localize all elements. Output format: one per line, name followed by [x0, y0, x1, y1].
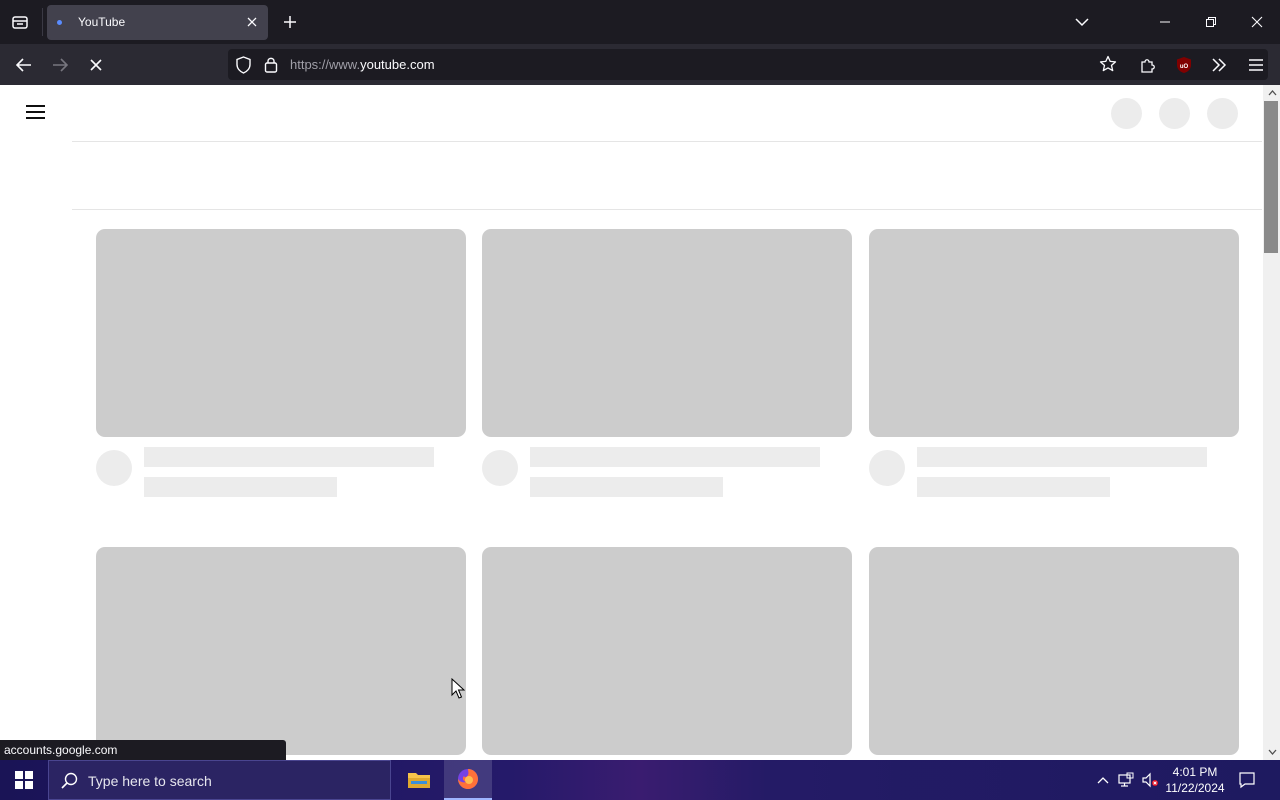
skeleton-title	[530, 447, 820, 467]
url-host-prefix: www.	[329, 57, 361, 72]
header-divider	[72, 141, 1262, 142]
stop-icon[interactable]	[83, 52, 109, 78]
skeleton-title	[917, 447, 1207, 467]
chevron-double-right-icon[interactable]	[1206, 52, 1232, 78]
network-icon[interactable]	[1117, 771, 1135, 789]
search-icon	[61, 772, 78, 794]
restore-icon[interactable]	[1197, 8, 1225, 36]
tab-separator	[42, 8, 43, 36]
ublock-icon[interactable]: uO	[1171, 52, 1197, 78]
skeleton-video-card	[482, 229, 852, 497]
bookmark-star-icon[interactable]	[1099, 55, 1117, 78]
skeleton-header-button	[1159, 98, 1190, 129]
file-explorer-icon[interactable]	[395, 760, 443, 800]
skeleton-thumbnail	[96, 547, 466, 755]
new-tab-button[interactable]	[279, 11, 301, 33]
tab-youtube[interactable]: YouTube	[47, 5, 268, 40]
taskbar-search-box[interactable]: Type here to search	[48, 760, 391, 800]
skeleton-video-card	[869, 229, 1239, 497]
skeleton-subtitle	[530, 477, 723, 497]
back-arrow-icon[interactable]	[11, 52, 37, 78]
skeleton-avatar	[869, 450, 905, 486]
tab-list-icon[interactable]	[8, 11, 32, 33]
close-tab-icon[interactable]	[243, 13, 261, 31]
chips-divider	[72, 209, 1262, 210]
taskbar-clock[interactable]: 4:01 PM 11/22/2024	[1163, 764, 1227, 796]
mouse-cursor-icon	[451, 677, 466, 705]
skeleton-header-button	[1111, 98, 1142, 129]
skeleton-title	[144, 447, 434, 467]
windows-start-icon[interactable]	[0, 760, 48, 800]
skeleton-subtitle	[144, 477, 337, 497]
skeleton-thumbnail	[96, 229, 466, 437]
url-bar[interactable]: https://www.youtube.com	[228, 49, 1268, 80]
browser-tab-bar: YouTube	[0, 0, 1280, 44]
notification-center-icon[interactable]	[1238, 771, 1256, 789]
skeleton-video-card	[96, 547, 466, 755]
show-hidden-icons-chevron-up-icon[interactable]	[1094, 771, 1112, 789]
clock-date: 11/22/2024	[1165, 781, 1225, 795]
guide-hamburger-icon[interactable]	[24, 102, 48, 122]
skeleton-thumbnail	[482, 547, 852, 755]
link-status-bar: accounts.google.com	[0, 740, 286, 760]
svg-text:uO: uO	[1180, 64, 1189, 70]
scroll-up-arrow-icon[interactable]	[1267, 88, 1277, 98]
skeleton-video-card	[96, 229, 466, 497]
shield-icon[interactable]	[235, 56, 252, 79]
loading-favicon-icon	[57, 20, 62, 25]
clock-time: 4:01 PM	[1172, 765, 1218, 779]
volume-muted-icon[interactable]	[1141, 771, 1159, 789]
skeleton-avatar	[96, 450, 132, 486]
firefox-icon[interactable]	[444, 760, 492, 800]
url-text[interactable]: https://www.youtube.com	[290, 57, 435, 72]
extensions-puzzle-icon[interactable]	[1135, 52, 1161, 78]
tab-title: YouTube	[78, 15, 126, 29]
skeleton-thumbnail	[869, 547, 1239, 755]
search-placeholder: Type here to search	[88, 773, 212, 789]
url-scheme: https://	[290, 57, 330, 72]
skeleton-thumbnail	[869, 229, 1239, 437]
browser-nav-bar: https://www.youtube.com uO	[0, 44, 1280, 85]
list-all-tabs-chevron-down-icon[interactable]	[1068, 8, 1096, 36]
skeleton-avatar	[482, 450, 518, 486]
lock-icon[interactable]	[264, 56, 278, 78]
skeleton-video-card	[869, 547, 1239, 755]
close-window-icon[interactable]	[1243, 8, 1271, 36]
scrollbar-thumb[interactable]	[1264, 101, 1278, 253]
browser-menu-hamburger-icon[interactable]	[1243, 52, 1269, 78]
forward-arrow-icon[interactable]	[47, 52, 73, 78]
url-host: youtube.com	[360, 57, 435, 72]
scroll-down-arrow-icon[interactable]	[1267, 747, 1277, 757]
youtube-page	[0, 85, 1280, 760]
skeleton-header-button	[1207, 98, 1238, 129]
skeleton-video-card	[482, 547, 852, 755]
skeleton-subtitle	[917, 477, 1110, 497]
windows-taskbar: Type here to search 4:01 PM 11/22/2024	[0, 760, 1280, 800]
skeleton-thumbnail	[482, 229, 852, 437]
minimize-icon[interactable]	[1151, 8, 1179, 36]
